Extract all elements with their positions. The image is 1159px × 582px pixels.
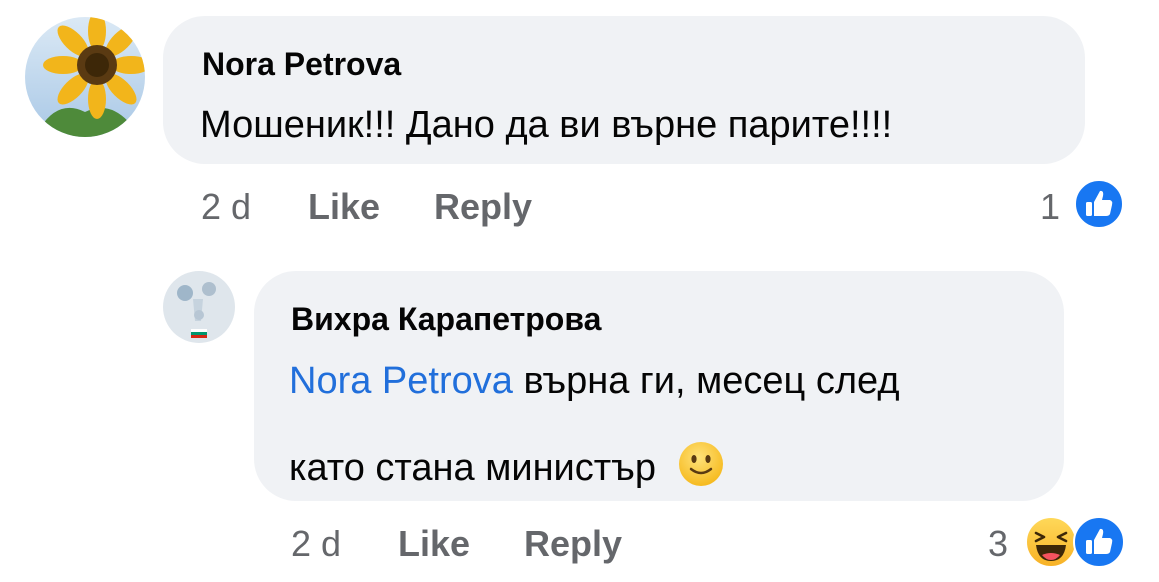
like-icon[interactable] <box>1073 178 1125 235</box>
comment-timestamp[interactable]: 2 d <box>201 186 251 228</box>
reply-like-button[interactable]: Like <box>398 523 470 565</box>
like-icon[interactable] <box>1072 515 1126 574</box>
reply-timestamp[interactable]: 2 d <box>291 523 341 565</box>
haha-icon[interactable] <box>1024 515 1078 574</box>
reply-reply-button[interactable]: Reply <box>524 523 622 565</box>
comment-text: Мошеник!!! Дано да ви върне парите!!!! <box>200 104 893 146</box>
reply-reaction-count[interactable]: 3 <box>988 523 1008 565</box>
reply-text-segment: върна ги, месец след <box>512 360 900 402</box>
slightly-smiling-face-icon <box>677 440 725 495</box>
avatar-nora-petrova[interactable] <box>25 17 145 137</box>
like-button[interactable]: Like <box>308 186 380 228</box>
reply-text-segment: като стана министър <box>289 447 657 489</box>
reply-text-line2: като стана министър <box>289 440 725 495</box>
avatar-vihra-karapetrova[interactable] <box>163 271 235 343</box>
reply-button[interactable]: Reply <box>434 186 532 228</box>
reaction-count[interactable]: 1 <box>1040 186 1060 228</box>
reply-author[interactable]: Вихра Карапетрова <box>291 301 601 338</box>
mention-link[interactable]: Nora Petrova <box>289 360 513 402</box>
reply-text-line1: Nora Petrova върна ги, месец след <box>289 362 900 400</box>
comment-author[interactable]: Nora Petrova <box>202 46 401 83</box>
